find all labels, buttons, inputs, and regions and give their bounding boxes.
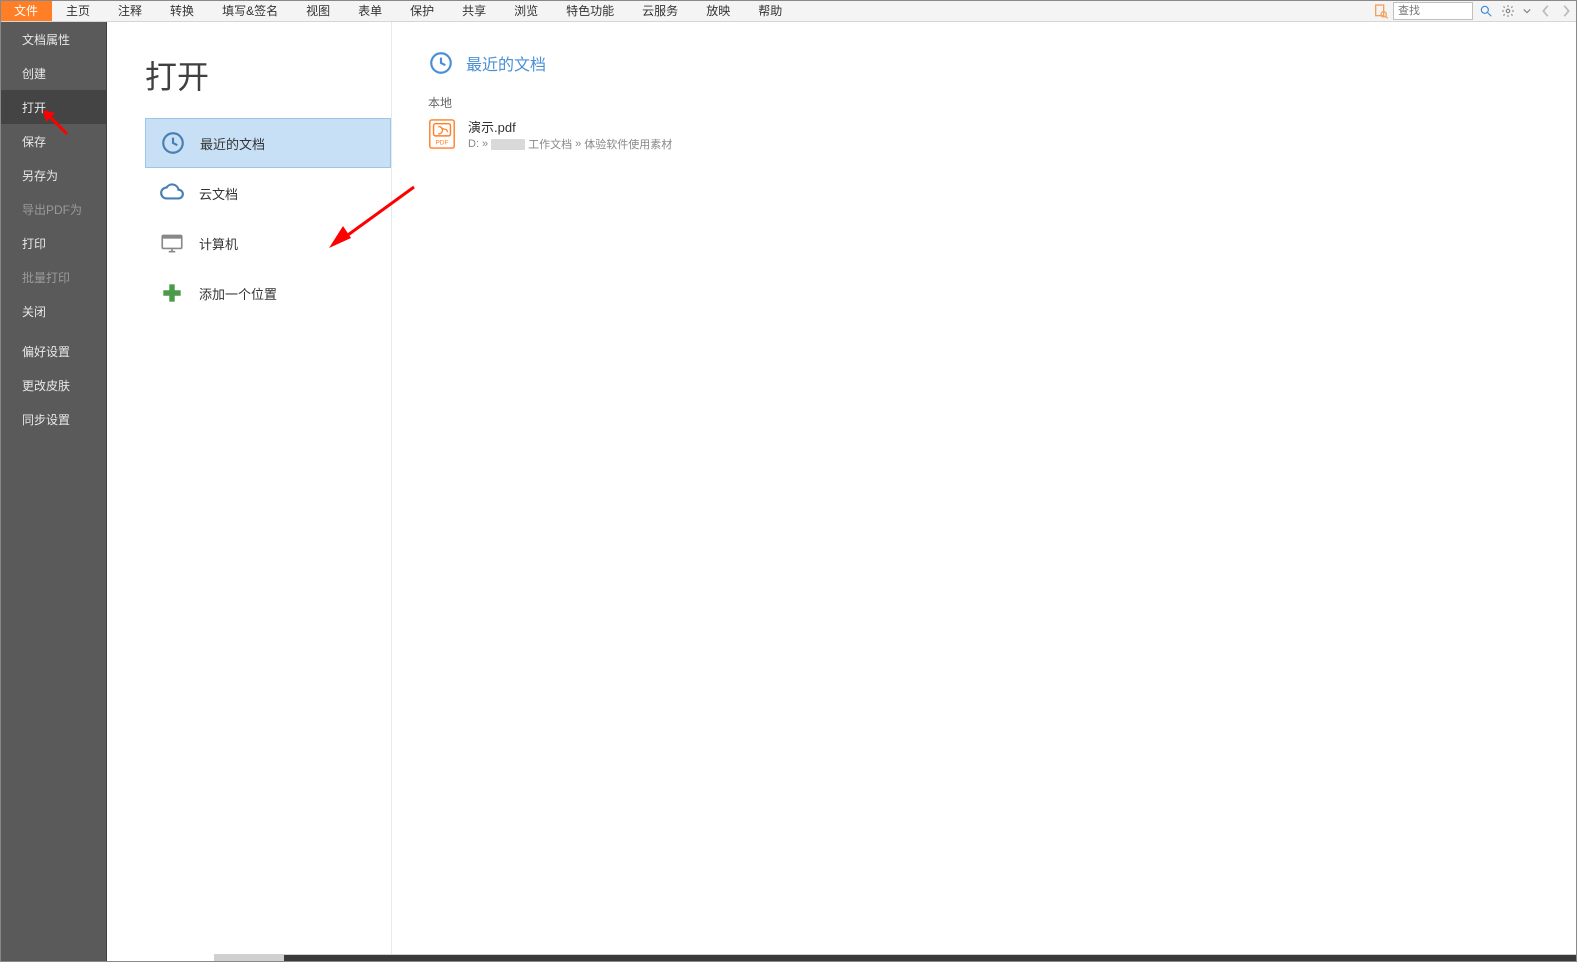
pdf-file-icon: PDF [428,119,456,149]
tab-file[interactable]: 文件 [0,0,52,21]
location-add[interactable]: 添加一个位置 [145,268,391,318]
computer-icon [159,230,185,256]
section-title: 最近的文档 [466,51,546,75]
tab-cloud[interactable]: 云服务 [628,0,692,21]
topbar-right [1373,0,1577,21]
cloud-icon [159,180,185,206]
file-path: D: » 工作文档 » 体验软件使用素材 [468,136,672,152]
sidebar-item-close[interactable]: 关闭 [0,294,106,328]
search-icon[interactable] [1479,4,1493,18]
gear-icon[interactable] [1501,4,1515,18]
location-cloud-label: 云文档 [199,184,238,203]
recent-file-row[interactable]: PDF 演示.pdf D: » 工作文档 » 体验软件使用素材 [428,117,1577,152]
sidebar-item-batch-print[interactable]: 批量打印 [0,260,106,294]
tab-browse[interactable]: 浏览 [500,0,552,21]
tab-fill-sign[interactable]: 填写&签名 [208,0,292,21]
top-tab-bar: 文件 主页 注释 转换 填写&签名 视图 表单 保护 共享 浏览 特色功能 云服… [0,0,1577,22]
local-label: 本地 [428,94,1577,111]
tab-help[interactable]: 帮助 [744,0,796,21]
sidebar-item-save-as[interactable]: 另存为 [0,158,106,192]
sidebar-item-open[interactable]: 打开 [0,90,106,124]
nav-forward-icon[interactable] [1561,4,1571,18]
tab-convert[interactable]: 转换 [156,0,208,21]
file-menu-sidebar: 文档属性 创建 打开 保存 另存为 导出PDF为 打印 批量打印 关闭 偏好设置… [0,22,107,962]
tab-annotate[interactable]: 注释 [104,0,156,21]
nav-back-icon[interactable] [1541,4,1551,18]
tab-play[interactable]: 放映 [692,0,744,21]
search-input[interactable] [1393,2,1473,20]
location-computer-label: 计算机 [199,234,238,253]
tab-home[interactable]: 主页 [52,0,104,21]
clock-icon [428,50,454,76]
sidebar-item-create[interactable]: 创建 [0,56,106,90]
sidebar-item-export-pdf[interactable]: 导出PDF为 [0,192,106,226]
find-page-icon[interactable] [1373,3,1389,19]
redacted-segment [491,139,525,150]
sidebar-item-print[interactable]: 打印 [0,226,106,260]
open-locations-column: 打开 最近的文档 云文档 计算机 添加一个位置 [107,22,392,962]
tab-share[interactable]: 共享 [448,0,500,21]
location-recent[interactable]: 最近的文档 [145,118,391,168]
file-name: 演示.pdf [468,117,672,136]
recent-files-column: 最近的文档 本地 PDF 演示.pdf D: » 工作文档 [392,22,1577,962]
chevron-down-icon[interactable] [1523,4,1531,18]
tab-protect[interactable]: 保护 [396,0,448,21]
location-recent-label: 最近的文档 [200,134,265,153]
tab-feature[interactable]: 特色功能 [552,0,628,21]
svg-text:PDF: PDF [435,139,448,146]
plus-icon [159,280,185,306]
sidebar-item-change-skin[interactable]: 更改皮肤 [0,368,106,402]
location-add-label: 添加一个位置 [199,284,277,303]
page-title: 打开 [145,52,391,98]
location-computer[interactable]: 计算机 [145,218,391,268]
tab-form[interactable]: 表单 [344,0,396,21]
bottom-scrollbar[interactable] [214,954,1577,962]
sidebar-item-sync-settings[interactable]: 同步设置 [0,402,106,436]
clock-icon [160,130,186,156]
sidebar-item-doc-properties[interactable]: 文档属性 [0,22,106,56]
sidebar-item-preferences[interactable]: 偏好设置 [0,334,106,368]
sidebar-item-save[interactable]: 保存 [0,124,106,158]
tab-view[interactable]: 视图 [292,0,344,21]
location-cloud[interactable]: 云文档 [145,168,391,218]
